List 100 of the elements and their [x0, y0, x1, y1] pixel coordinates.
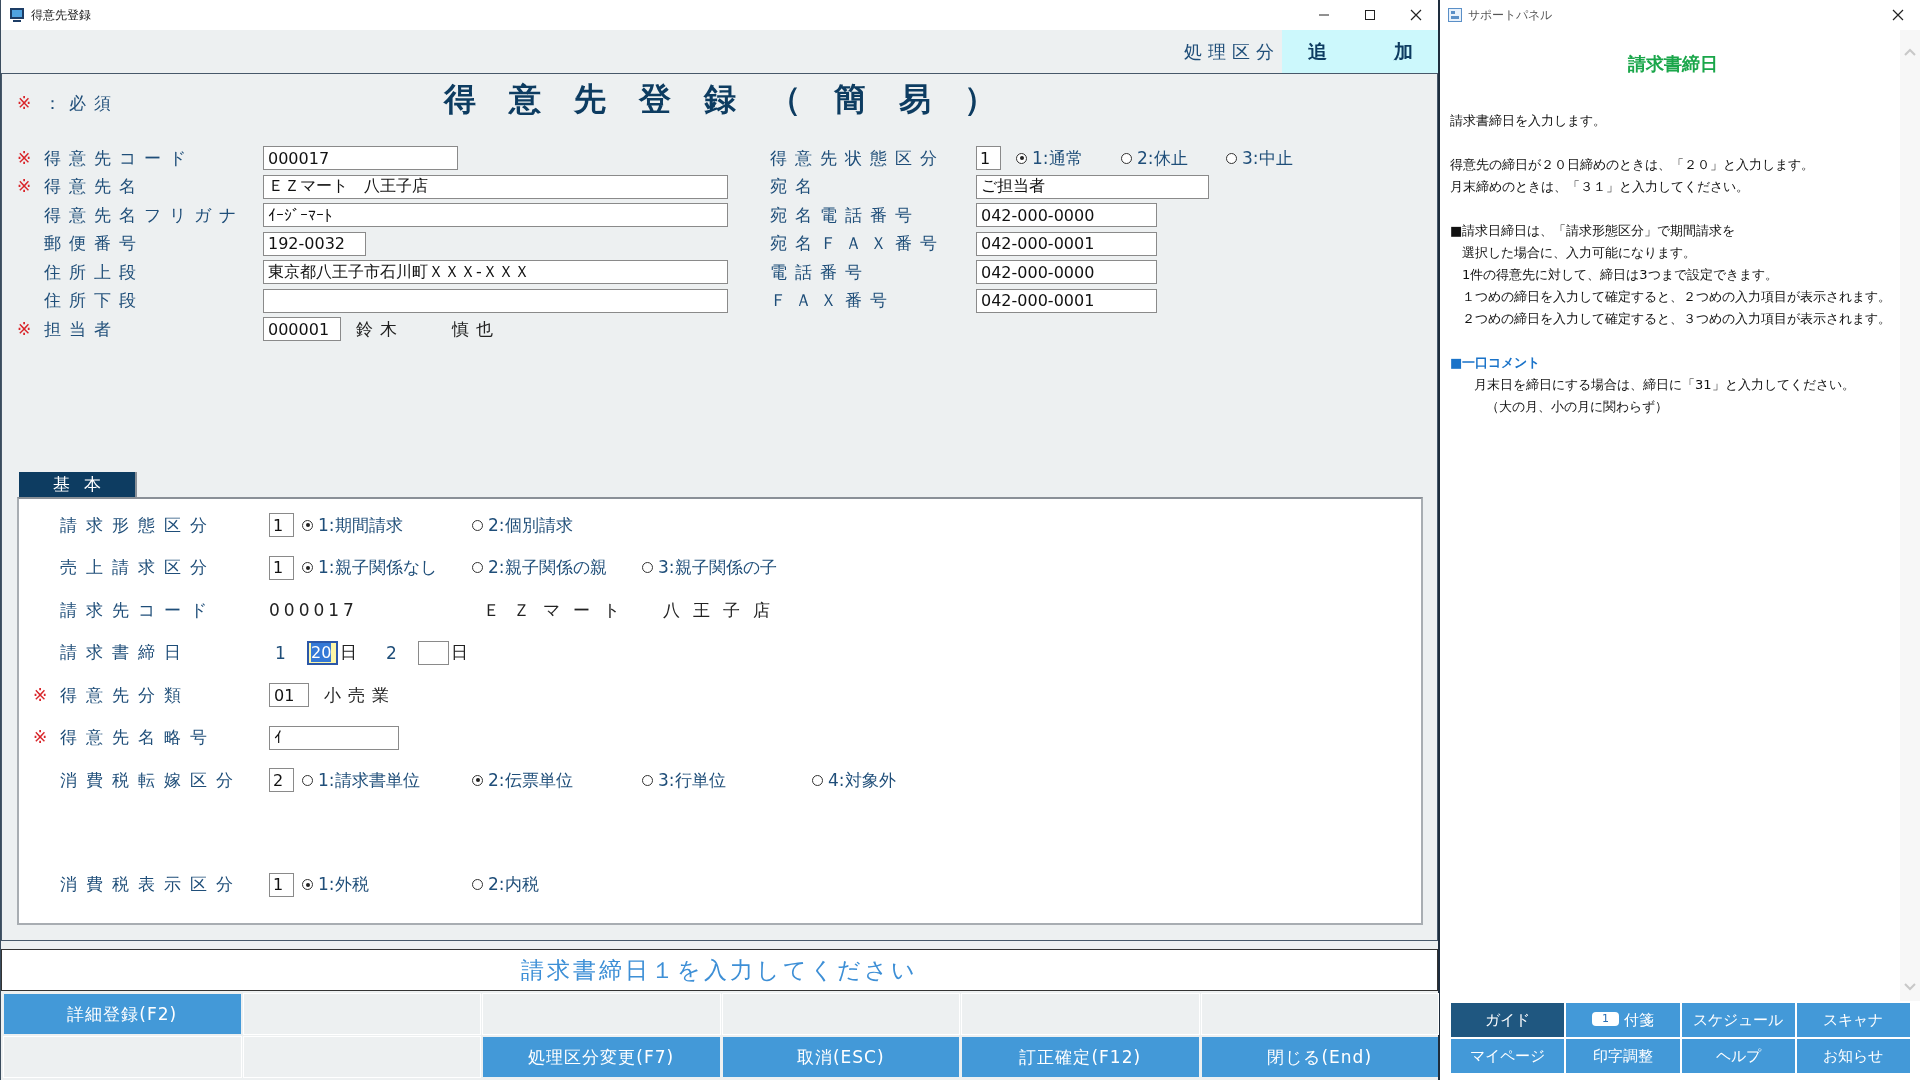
billing-name: ＥＺマート 八王子店	[483, 598, 783, 622]
panel-button[interactable]: ガイド	[1451, 1003, 1565, 1037]
option-label: 2:休止	[1137, 146, 1188, 170]
radio-button[interactable]	[472, 879, 483, 890]
radio-button[interactable]	[1016, 152, 1027, 164]
mode-label: 処理区分	[1184, 39, 1280, 64]
day-index: 1	[274, 642, 287, 663]
help-text: 月末締めのときは、「３１」と入力してください。	[1450, 178, 1750, 196]
field-label: 得意先名略号	[60, 727, 216, 747]
input-field[interactable]: 東京都八王子市石川町ＸＸＸ-ＸＸＸ	[263, 260, 728, 284]
option-label: 2:伝票単位	[488, 768, 573, 792]
staff-name: 鈴木 慎也	[356, 317, 500, 341]
radio-button[interactable]	[812, 774, 823, 786]
maximize-icon	[1364, 9, 1376, 21]
help-text: １つめの締日を入力して確定すると、２つめの入力項目が表示されます。	[1461, 288, 1892, 306]
radio-button[interactable]	[302, 519, 313, 531]
help-text: ■請求日締日は、「請求形態区分」で期間請求を	[1450, 222, 1737, 240]
option-label: 2:内税	[488, 873, 539, 896]
help-text: 選択した場合に、入力可能になります。	[1461, 244, 1697, 262]
input-field[interactable]: ｲｰｼﾞｰﾏｰﾄ	[263, 203, 728, 227]
day-unit: 日	[339, 641, 358, 664]
required-mark: ※	[33, 727, 49, 747]
field-label: 宛名ＦＡＸ番号	[770, 233, 945, 253]
input-field[interactable]: 1	[269, 513, 294, 537]
panel-app-icon	[1448, 8, 1462, 22]
close-icon	[1892, 9, 1904, 21]
field-label: 住所下段	[44, 290, 144, 310]
option-label: 3:親子関係の子	[658, 556, 777, 579]
field-label: ＦＡＸ番号	[770, 290, 895, 310]
day-unit: 日	[450, 641, 469, 664]
field-label: 得意先分類	[60, 684, 190, 705]
input-field[interactable]: 192-0032	[263, 231, 366, 256]
input-field[interactable]	[263, 288, 728, 313]
required-mark: ※	[17, 176, 33, 196]
field-label: 郵便番号	[44, 233, 144, 253]
category-name: 小売業	[324, 683, 396, 707]
input-field[interactable]: 042-000-0000	[976, 203, 1157, 227]
required-legend: ：必須	[44, 93, 119, 113]
input-field[interactable]: 1	[269, 872, 294, 897]
input-field[interactable]: 000001	[263, 317, 341, 341]
field-label: 消費税転嫁区分	[60, 769, 242, 790]
field-label: 請求形態区分	[60, 514, 216, 535]
option-label: 1:親子関係なし	[318, 556, 437, 579]
radio-button[interactable]	[302, 879, 313, 890]
field-label: 得意先名	[44, 176, 144, 196]
help-text: （大の月、小の月に関わらず）	[1485, 398, 1669, 416]
input-field[interactable]: 1	[976, 146, 1001, 170]
app-monitor-icon	[9, 7, 25, 23]
radio-button[interactable]	[1226, 152, 1237, 164]
radio-button[interactable]	[1121, 152, 1132, 164]
input-field[interactable]: 042-000-0000	[976, 260, 1157, 284]
window-title: 得意先登録	[31, 6, 92, 24]
option-label: 4:対象外	[828, 768, 896, 792]
required-mark: ※	[17, 147, 33, 168]
input-field[interactable]: ＥＺマート 八王子店	[263, 174, 728, 199]
field-label: 請求先コード	[60, 599, 216, 620]
field-label: 電話番号	[770, 261, 870, 282]
scroll-up-icon	[1904, 48, 1916, 56]
option-label: 1:外税	[318, 873, 369, 896]
input-field[interactable]: ｲ	[269, 725, 399, 750]
tab[interactable]: 基本	[19, 472, 137, 497]
option-label: 1:請求書単位	[318, 768, 420, 792]
help-text: 得意先の締日が２０日締めのときは、「２０」と入力します。	[1450, 156, 1815, 174]
day-index: 2	[385, 642, 398, 663]
billing-code: 000017	[269, 600, 359, 620]
option-label: 1:通常	[1032, 146, 1083, 170]
radio-button[interactable]	[472, 562, 483, 573]
radio-button[interactable]	[302, 774, 313, 786]
field-label: 消費税表示区分	[60, 874, 242, 894]
radio-button[interactable]	[472, 519, 483, 531]
input-field[interactable]	[418, 640, 449, 665]
input-field[interactable]: 042-000-0001	[976, 231, 1157, 256]
radio-button[interactable]	[642, 562, 653, 573]
radio-button[interactable]	[642, 774, 653, 786]
field-label: 売上請求区分	[60, 557, 216, 577]
count-badge: 1	[1591, 1011, 1619, 1026]
input-field[interactable]: 20	[307, 640, 338, 665]
input-field[interactable]: 000017	[263, 146, 458, 170]
required-mark: ※	[17, 93, 33, 113]
field-label: 得意先状態区分	[770, 147, 945, 168]
input-field[interactable]: 2	[269, 768, 294, 792]
option-label: 2:個別請求	[488, 513, 573, 537]
field-label: 得意先名フリガナ	[44, 204, 244, 225]
radio-button[interactable]	[472, 774, 483, 786]
help-heading: 請求書締日	[1627, 52, 1719, 76]
input-field[interactable]: 01	[269, 683, 309, 707]
input-field[interactable]: ご担当者	[976, 174, 1209, 199]
required-mark: ※	[17, 318, 33, 339]
help-text: ２つめの締日を入力して確定すると、３つめの入力項目が表示されます。	[1461, 310, 1892, 328]
input-field[interactable]: 1	[269, 555, 294, 580]
form-heading: 得意先登録（簡易）	[442, 79, 1029, 120]
field-label: 担当者	[44, 318, 119, 339]
field-label: 得意先コード	[44, 147, 194, 168]
comment-heading: ■一口コメント	[1450, 354, 1542, 372]
panel-button[interactable]: 1 付箋	[1566, 1003, 1680, 1037]
help-text: 請求書締日を入力します。	[1450, 112, 1607, 130]
status-message: 請求書締日１を入力してください	[1, 949, 1438, 991]
option-label: 3:中止	[1242, 146, 1293, 170]
radio-button[interactable]	[302, 562, 313, 573]
input-field[interactable]: 042-000-0001	[976, 288, 1157, 313]
